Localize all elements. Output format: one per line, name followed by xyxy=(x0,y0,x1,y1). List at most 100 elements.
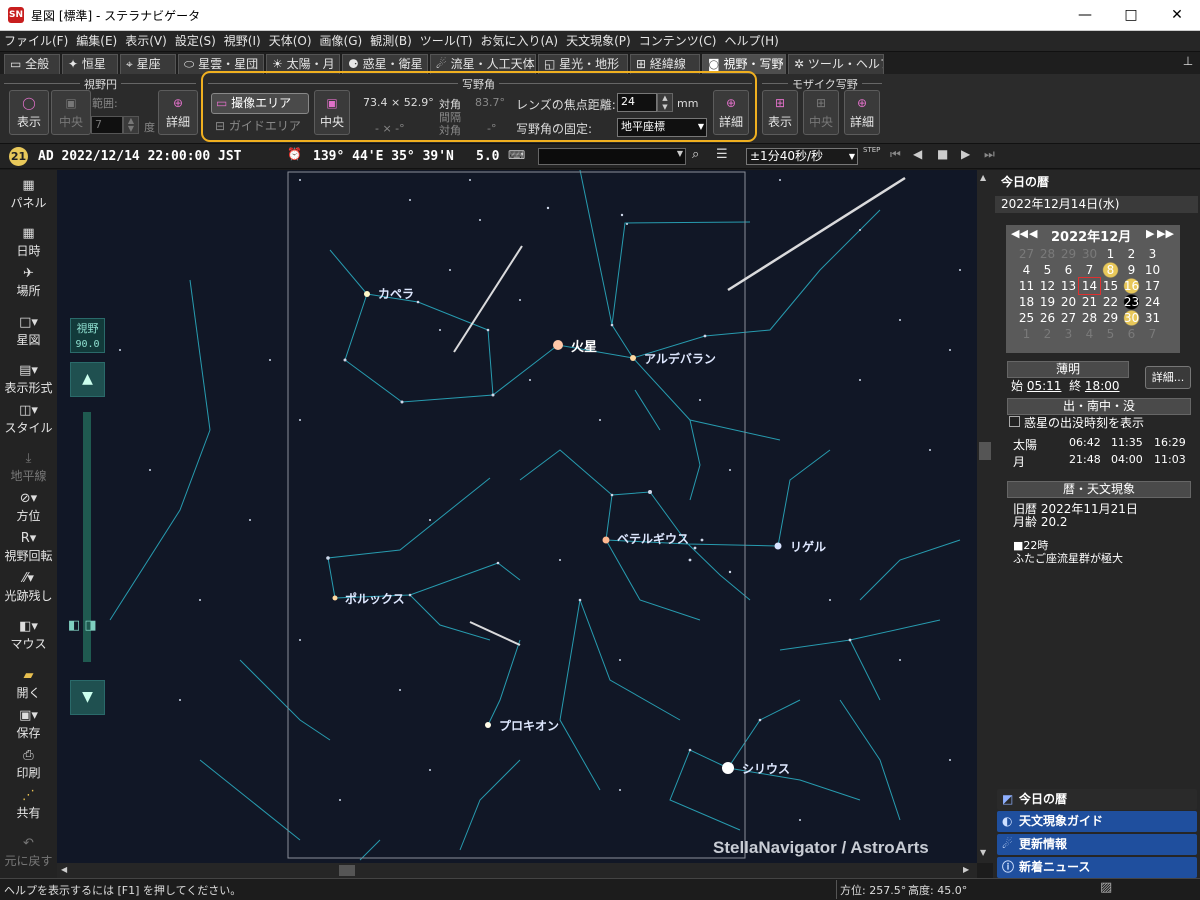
twilight-end[interactable]: 18:00 xyxy=(1085,379,1120,393)
calendar-day[interactable]: 9 xyxy=(1121,262,1142,278)
nav-updates[interactable]: ☄ 更新情報 xyxy=(997,834,1197,855)
trail-button[interactable]: ⁄⁄▾ 光跡残し xyxy=(0,571,57,604)
calendar-day[interactable]: 28 xyxy=(1079,310,1100,326)
menu-observe[interactable]: 観測(B) xyxy=(366,31,416,52)
calendar-day[interactable]: 30 xyxy=(1079,246,1100,262)
star-sirius[interactable] xyxy=(722,762,734,774)
calendar-day-today[interactable]: 14 xyxy=(1078,277,1101,295)
fov-detail-button[interactable]: ⊕ 詳細 xyxy=(158,90,198,135)
display-format-button[interactable]: ▤▾ 表示形式 xyxy=(0,363,57,396)
scroll-left-icon[interactable]: ◀ xyxy=(61,865,67,874)
datetime-button[interactable]: ▦ 日時 xyxy=(0,226,57,259)
zoom-in-button[interactable]: ▲ xyxy=(70,362,105,397)
next-year-icon[interactable]: ▶▶ xyxy=(1157,227,1174,240)
calendar-day[interactable]: 7 xyxy=(1079,262,1100,278)
menu-edit[interactable]: 編集(E) xyxy=(72,31,121,52)
calendar-day[interactable]: 2 xyxy=(1121,246,1142,262)
undo-button[interactable]: ↶ 元に戻す xyxy=(0,836,57,869)
zoom-handle[interactable]: ◧ ◨ xyxy=(68,618,106,634)
calendar-day[interactable]: 1 xyxy=(1016,326,1037,342)
keyboard-icon[interactable]: ⌨ xyxy=(508,148,525,162)
menu-favorites[interactable]: お気に入り(A) xyxy=(477,31,563,52)
calendar-day[interactable]: 6 xyxy=(1058,262,1079,278)
alarm-icon[interactable]: ⏰ xyxy=(287,147,302,161)
star-betelgeuse[interactable] xyxy=(602,536,610,544)
calendar-day[interactable]: 27 xyxy=(1058,310,1079,326)
calendar-day[interactable]: 13 xyxy=(1058,278,1079,294)
calendar-day[interactable]: 30 xyxy=(1121,310,1142,326)
menu-settings[interactable]: 設定(S) xyxy=(171,31,220,52)
calendar-day[interactable]: 5 xyxy=(1100,326,1121,342)
menu-objects[interactable]: 天体(O) xyxy=(265,31,316,52)
calendar-day[interactable]: 11 xyxy=(1016,278,1037,294)
calendar-day[interactable]: 22 xyxy=(1100,294,1121,310)
event-item[interactable]: ■22時 ふたご座流星群が極大 xyxy=(1013,539,1123,565)
calendar-day[interactable]: 28 xyxy=(1037,246,1058,262)
star-pollux[interactable] xyxy=(332,595,338,601)
panel-button[interactable]: ▦ パネル xyxy=(0,178,57,211)
calendar-day[interactable]: 8 xyxy=(1100,262,1121,278)
calendar-day[interactable]: 21 xyxy=(1079,294,1100,310)
search-icon[interactable]: ⌕ xyxy=(692,147,699,162)
menu-view[interactable]: 表示(V) xyxy=(121,31,171,52)
calendar-day[interactable]: 16 xyxy=(1121,278,1142,294)
calendar-day[interactable]: 23 xyxy=(1121,294,1142,310)
horizon-button[interactable]: ⤓ 地平線 xyxy=(0,451,57,484)
nav-phenomena-guide[interactable]: ◐ 天文現象ガイド xyxy=(997,811,1197,832)
menu-contents[interactable]: コンテンツ(C) xyxy=(635,31,721,52)
fov-center-button[interactable]: ▣ 中央 xyxy=(51,90,91,135)
pin-icon[interactable]: ⊥ xyxy=(1180,54,1196,72)
nav-news[interactable]: ⓘ 新着ニュース xyxy=(997,857,1197,878)
star-capella[interactable] xyxy=(364,291,370,297)
mouse-button[interactable]: ◧▾ マウス xyxy=(0,619,57,652)
stop-icon[interactable]: ■ xyxy=(937,147,948,161)
style-button[interactable]: ◫▾ スタイル xyxy=(0,403,57,436)
calendar-day[interactable]: 2 xyxy=(1037,326,1058,342)
menu-tools[interactable]: ツール(T) xyxy=(416,31,477,52)
star-procyon[interactable] xyxy=(485,722,491,728)
scroll-thumb[interactable] xyxy=(339,865,355,876)
maximize-button[interactable]: □ xyxy=(1108,0,1154,31)
calendar-day[interactable]: 26 xyxy=(1037,310,1058,326)
location-button[interactable]: ✈ 場所 xyxy=(0,266,57,299)
calendar-day[interactable]: 19 xyxy=(1037,294,1058,310)
star-map-canvas[interactable] xyxy=(57,170,977,863)
calendar-day[interactable]: 7 xyxy=(1142,326,1163,342)
calendar-day[interactable]: 20 xyxy=(1058,294,1079,310)
search-input[interactable]: ▼ xyxy=(538,148,686,165)
mosaic-detail-button[interactable]: ⊕ 詳細 xyxy=(844,90,880,135)
calendar-day[interactable]: 3 xyxy=(1058,326,1079,342)
calendar-day[interactable]: 4 xyxy=(1079,326,1100,342)
minimize-button[interactable]: — xyxy=(1062,0,1108,31)
scroll-thumb[interactable] xyxy=(979,442,991,460)
menu-field[interactable]: 視野(I) xyxy=(220,31,265,52)
range-spinner[interactable]: ▲ ▼ xyxy=(123,116,139,134)
horizontal-scrollbar[interactable]: ◀ ▶ xyxy=(57,863,977,878)
twilight-detail-button[interactable]: 詳細... xyxy=(1145,366,1191,389)
menu-file[interactable]: ファイル(F) xyxy=(0,31,72,52)
rotate-button[interactable]: R▾ 視野回転 xyxy=(0,531,57,564)
app-icon[interactable]: SN xyxy=(8,7,24,23)
sky-view[interactable]: カペラ 火星 アルデバラン ベテルギウス リゲル ポルックス プロキオン シリウ… xyxy=(57,170,977,863)
close-button[interactable]: ✕ xyxy=(1154,0,1200,31)
mosaic-center-button[interactable]: ⊞ 中央 xyxy=(803,90,839,135)
scroll-down-icon[interactable]: ▼ xyxy=(980,848,986,857)
tab-tools-help[interactable]: ✲ ツール・ヘルプ xyxy=(788,54,884,74)
menu-image[interactable]: 画像(G) xyxy=(316,31,367,52)
prev-year-icon[interactable]: ◀◀ xyxy=(1011,227,1028,240)
calendar-day[interactable]: 15 xyxy=(1100,278,1121,294)
star-rigel[interactable] xyxy=(774,542,782,550)
open-button[interactable]: ▰ 開く xyxy=(0,668,57,701)
calendar-day[interactable]: 27 xyxy=(1016,246,1037,262)
next-month-icon[interactable]: ▶ xyxy=(1146,227,1154,240)
tab-general[interactable]: ▭ 全般 xyxy=(4,54,60,74)
fov-show-button[interactable]: ◯ 表示 xyxy=(9,90,49,135)
calendar-day[interactable]: 18 xyxy=(1016,294,1037,310)
calendar-day[interactable]: 1 xyxy=(1100,246,1121,262)
print-button[interactable]: ⎙ 印刷 xyxy=(0,748,57,781)
nav-today-calendar[interactable]: ◩ 今日の暦 xyxy=(997,789,1197,810)
save-button[interactable]: ▣▾ 保存 xyxy=(0,708,57,741)
star-aldebaran[interactable] xyxy=(630,355,636,361)
tab-constellations[interactable]: ⌖ 星座 xyxy=(120,54,176,74)
zoom-out-button[interactable]: ▼ xyxy=(70,680,105,715)
